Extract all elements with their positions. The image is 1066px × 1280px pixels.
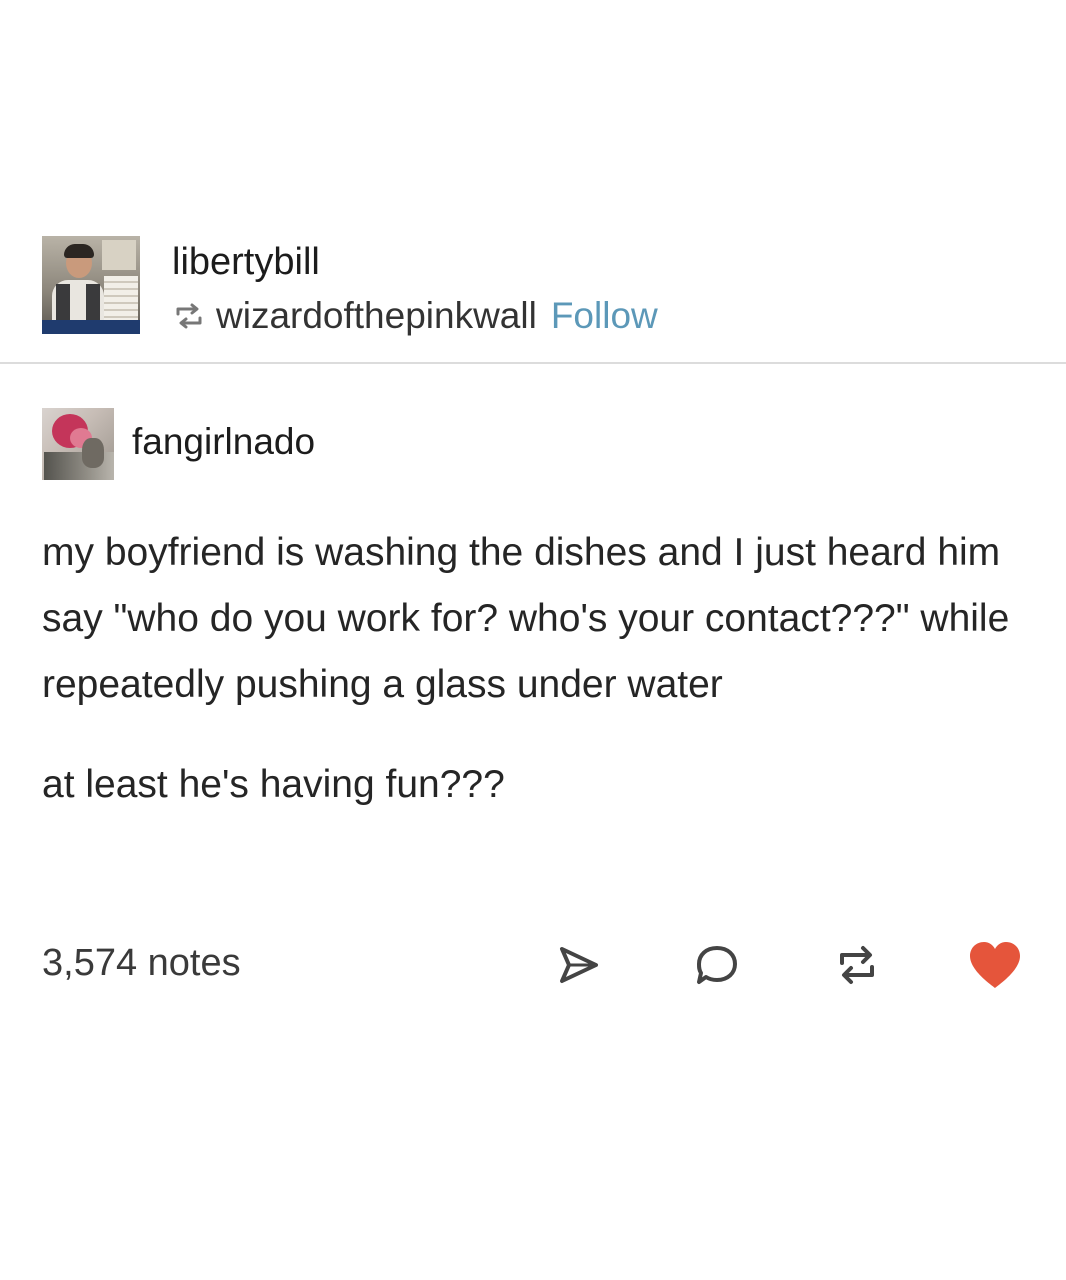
op-username[interactable]: fangirlnado [132, 420, 315, 464]
post-header: libertybill wizardofthepinkwall Follow [42, 236, 1042, 336]
op-avatar[interactable] [42, 408, 114, 480]
reply-button[interactable] [688, 938, 746, 992]
share-button[interactable] [550, 938, 608, 992]
reblog-attribution: wizardofthepinkwall Follow [172, 294, 658, 338]
header-divider [0, 362, 1066, 364]
share-icon [560, 947, 598, 983]
heart-icon [970, 942, 1020, 988]
like-button[interactable] [966, 938, 1024, 992]
post-paragraph: my boyfriend is washing the dishes and I… [42, 531, 1010, 706]
post-body: my boyfriend is washing the dishes and I… [42, 520, 1042, 818]
tumblr-post: libertybill wizardofthepinkwall Follow f… [0, 0, 1066, 1280]
reblog-small-icon [176, 303, 202, 329]
avatar[interactable] [42, 236, 140, 334]
follow-button[interactable]: Follow [551, 294, 658, 338]
reblogged-from-link[interactable]: wizardofthepinkwall [216, 294, 537, 338]
notes-count[interactable]: 3,574 notes [42, 938, 241, 988]
reblog-icon [840, 946, 874, 984]
reblog-button[interactable] [828, 938, 886, 992]
post-footer: 3,574 notes [42, 930, 1032, 1000]
original-poster: fangirlnado [42, 408, 642, 480]
post-paragraph: at least he's having fun??? [42, 763, 505, 806]
username-link[interactable]: libertybill [172, 240, 320, 284]
reply-icon [697, 946, 737, 984]
